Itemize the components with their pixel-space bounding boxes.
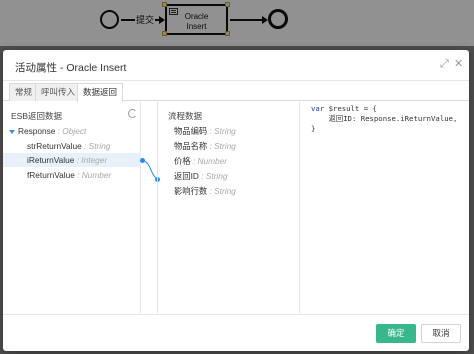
field-name: 物品编码 xyxy=(174,126,208,136)
code-text: $result = { xyxy=(324,104,377,113)
node-sep: : xyxy=(74,170,82,180)
field-name: 物品名称 xyxy=(174,141,208,151)
node-type: Number xyxy=(81,170,112,180)
node-name: fReturnValue xyxy=(27,170,75,180)
process-field-affected-rows[interactable]: 影响行数 : String xyxy=(174,184,236,198)
tree-node-fReturnValue[interactable]: fReturnValue : Number xyxy=(27,168,111,182)
field-sep: : xyxy=(198,171,206,181)
field-name: 影响行数 xyxy=(174,186,208,196)
node-sep: : xyxy=(81,141,89,151)
node-type: String xyxy=(88,141,111,151)
field-type: String xyxy=(214,141,236,151)
dialog-header: 活动属性 - Oracle Insert ⤢ ✕ xyxy=(3,50,469,81)
field-sep: : xyxy=(190,156,198,166)
cancel-button[interactable]: 取消 xyxy=(421,324,461,343)
process-data-panel: 流程数据 物品编码 : String 物品名称 : String 价格 : Nu… xyxy=(157,102,299,313)
tab-call-input[interactable]: 呼叫传入 xyxy=(35,83,82,101)
field-type: String xyxy=(214,126,236,136)
process-field-return-id[interactable]: 返回ID : String xyxy=(174,169,228,183)
tab-data-return[interactable]: 数据返回 xyxy=(77,83,124,102)
field-name: 价格 xyxy=(174,156,191,166)
node-type: Integer xyxy=(81,155,108,165)
process-field-item-name[interactable]: 物品名称 : String xyxy=(174,139,236,153)
code-text: 返回ID: Response.iReturnValue, xyxy=(311,114,458,123)
esb-return-panel: ESB返回数据 Response : Object strReturnValue… xyxy=(3,102,141,313)
tree-node-iReturnValue[interactable]: iReturnValue : Integer xyxy=(3,153,141,167)
tree-node-strReturnValue[interactable]: strReturnValue : String xyxy=(27,139,110,153)
process-data-title: 流程数据 xyxy=(168,111,203,121)
tab-bar: 常规 呼叫传入 数据返回 xyxy=(3,83,469,102)
node-name: strReturnValue xyxy=(27,141,82,151)
esb-return-title: ESB返回数据 xyxy=(11,111,63,121)
close-icon[interactable]: ✕ xyxy=(454,59,463,70)
dialog-footer: 确定 取消 xyxy=(3,314,469,351)
field-type: String xyxy=(205,171,228,181)
refresh-icon[interactable] xyxy=(128,109,137,118)
code-line-2: 返回ID: Response.iReturnValue, xyxy=(311,114,458,124)
script-code[interactable]: var $result = { 返回ID: Response.iReturnVa… xyxy=(311,104,457,134)
maximize-icon[interactable]: ⤢ xyxy=(440,59,449,70)
tree-node-response[interactable]: Response : Object xyxy=(9,124,86,138)
field-type: Number xyxy=(197,156,228,166)
code-line-3: } xyxy=(311,124,457,134)
dialog-title: 活动属性 - Oracle Insert xyxy=(15,62,127,74)
activity-properties-dialog: 活动属性 - Oracle Insert ⤢ ✕ 常规 呼叫传入 数据返回 ES… xyxy=(3,50,469,351)
caret-down-icon[interactable] xyxy=(9,129,15,134)
code-keyword: var xyxy=(311,104,325,113)
node-name: Response xyxy=(18,126,56,136)
tab-general[interactable]: 常规 xyxy=(9,83,39,101)
code-text: } xyxy=(311,124,316,133)
node-type: Object xyxy=(62,126,87,136)
node-name: iReturnValue xyxy=(27,155,75,165)
process-field-price[interactable]: 价格 : Number xyxy=(174,154,227,168)
field-type: String xyxy=(214,186,236,196)
confirm-button[interactable]: 确定 xyxy=(376,324,416,343)
code-line-1: var $result = { xyxy=(311,104,457,114)
field-name: 返回ID xyxy=(174,171,199,181)
process-field-item-code[interactable]: 物品编码 : String xyxy=(174,124,236,138)
